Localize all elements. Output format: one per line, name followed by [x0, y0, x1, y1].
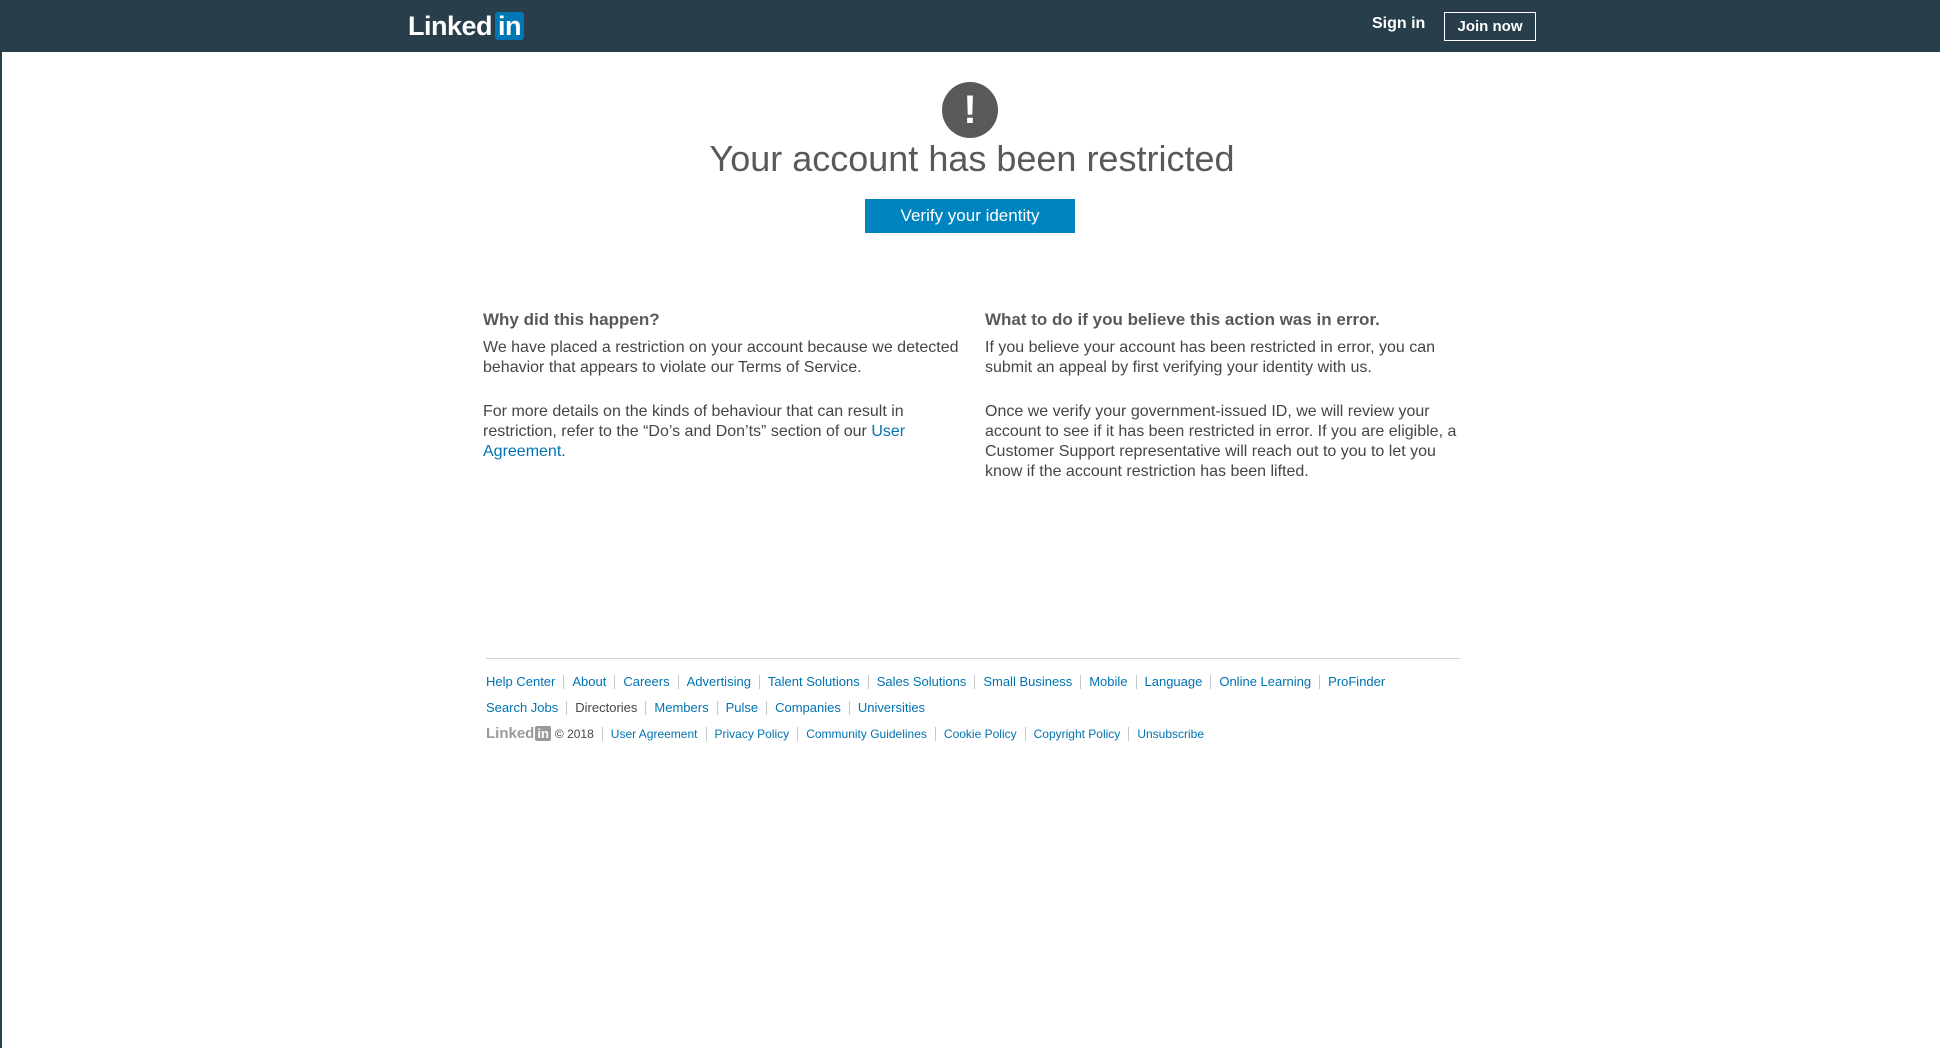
footer-link-companies[interactable]: Companies: [766, 701, 849, 715]
footer-link-help-center[interactable]: Help Center: [486, 675, 563, 689]
logo-text: Linked: [408, 10, 493, 41]
verify-identity-button[interactable]: Verify your identity: [865, 199, 1075, 233]
page-title: Your account has been restricted: [709, 138, 1235, 179]
logo-in-box: in: [495, 12, 525, 40]
error-paragraph-2: Once we verify your government-issued ID…: [985, 403, 1457, 480]
why-paragraph-2: For more details on the kinds of behavio…: [483, 402, 969, 462]
footer-link-online-learning[interactable]: Online Learning: [1210, 675, 1319, 689]
footer-link-talent-solutions[interactable]: Talent Solutions: [758, 675, 868, 689]
why-paragraph-2-end: .: [561, 443, 566, 460]
footer-link-cookie-policy[interactable]: Cookie Policy: [934, 726, 1025, 741]
footer-link-careers[interactable]: Careers: [614, 675, 677, 689]
why-paragraph-2-text: For more details on the kinds of behavio…: [483, 403, 904, 440]
footer-row-1: Help Center About Careers Advertising Ta…: [486, 675, 1460, 689]
footer-link-privacy-policy[interactable]: Privacy Policy: [705, 726, 798, 741]
footer-link-small-business[interactable]: Small Business: [974, 675, 1080, 689]
exclamation-icon: !: [942, 82, 998, 138]
sign-in-link[interactable]: Sign in: [1372, 15, 1425, 33]
footer-row-3: Linked in © 2018 User Agreement Privacy P…: [486, 725, 1460, 742]
error-section: What to do if you believe this action wa…: [985, 310, 1471, 506]
footer-link-members[interactable]: Members: [645, 701, 716, 715]
error-title: What to do if you believe this action wa…: [985, 310, 1380, 329]
why-title: Why did this happen?: [483, 310, 660, 329]
footer-link-advertising[interactable]: Advertising: [677, 675, 759, 689]
top-navigation-bar: Linked in Sign in Join now: [2, 0, 1940, 52]
footer-logo-text: Linked: [486, 725, 535, 742]
footer-link-sales-solutions[interactable]: Sales Solutions: [867, 675, 975, 689]
footer-link-profinder[interactable]: ProFinder: [1319, 675, 1393, 689]
footer-text-directories: Directories: [566, 701, 645, 715]
footer: Help Center About Careers Advertising Ta…: [486, 658, 1460, 742]
footer-link-unsubscribe[interactable]: Unsubscribe: [1128, 726, 1212, 741]
footer-link-copyright-policy[interactable]: Copyright Policy: [1024, 726, 1129, 741]
error-paragraph-1: If you believe your account has been res…: [985, 339, 1436, 376]
footer-link-language[interactable]: Language: [1135, 675, 1211, 689]
join-now-button[interactable]: Join now: [1444, 12, 1536, 41]
footer-row-2: Search Jobs Directories Members Pulse Co…: [486, 701, 1460, 715]
footer-link-mobile[interactable]: Mobile: [1080, 675, 1135, 689]
footer-link-user-agreement[interactable]: User Agreement: [601, 726, 706, 741]
why-section: Why did this happen? We have placed a re…: [483, 310, 969, 486]
footer-link-universities[interactable]: Universities: [848, 701, 933, 715]
copyright-text: © 2018: [554, 726, 594, 741]
footer-linkedin-logo: Linked in: [486, 725, 555, 742]
footer-link-community-guidelines[interactable]: Community Guidelines: [797, 726, 935, 741]
footer-link-search-jobs[interactable]: Search Jobs: [486, 701, 566, 715]
why-paragraph-1: We have placed a restriction on your acc…: [483, 339, 959, 376]
footer-link-pulse[interactable]: Pulse: [716, 701, 767, 715]
footer-logo-in-box: in: [535, 726, 551, 741]
footer-link-about[interactable]: About: [563, 675, 614, 689]
linkedin-logo[interactable]: Linked in: [408, 10, 525, 41]
